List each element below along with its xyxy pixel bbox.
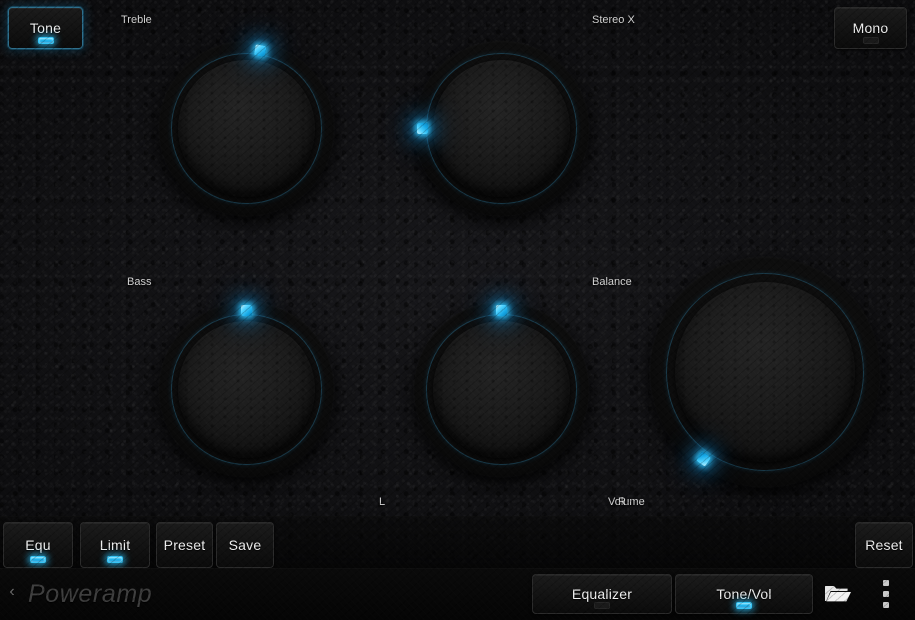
tone-button-indicator bbox=[37, 37, 54, 44]
limit-button-label: Limit bbox=[99, 537, 131, 553]
tone-vol-tab[interactable]: Tone/Vol bbox=[675, 574, 813, 614]
equalizer-tab-indicator bbox=[594, 602, 610, 609]
bass-knob-label: Bass bbox=[127, 276, 152, 288]
equalizer-tab-label: Equalizer bbox=[571, 586, 633, 602]
tone-vol-tab-indicator bbox=[736, 602, 752, 609]
tone-vol-tab-label: Tone/Vol bbox=[716, 586, 772, 602]
app-brand-label: Poweramp bbox=[28, 580, 153, 608]
treble-knob-indicator-dot bbox=[253, 43, 267, 57]
overflow-dot-2 bbox=[883, 591, 889, 597]
bass-knob-indicator-dot bbox=[241, 304, 252, 316]
mono-button-label: Mono bbox=[852, 20, 889, 36]
treble-knob-body[interactable] bbox=[159, 41, 334, 216]
balance-knob-body[interactable] bbox=[414, 302, 589, 477]
bass-knob-body[interactable] bbox=[159, 302, 334, 477]
balance-right-label: R bbox=[618, 496, 626, 508]
equ-button[interactable]: Equ bbox=[3, 522, 73, 568]
treble-knob[interactable] bbox=[159, 41, 334, 216]
stereo-x-knob-label: Stereo X bbox=[592, 14, 635, 26]
stereo-x-knob-pointer-rotor bbox=[414, 41, 589, 216]
poweramp-tone-vol-screen: Tone Mono Treble Stereo X Bass Balance V… bbox=[0, 0, 915, 620]
equ-button-label: Equ bbox=[25, 537, 51, 553]
stereo-x-knob-indicator-dot bbox=[416, 123, 428, 134]
volume-knob[interactable] bbox=[650, 257, 880, 487]
treble-knob-label: Treble bbox=[121, 14, 152, 26]
balance-knob-pointer-rotor bbox=[414, 302, 589, 477]
balance-knob-label: Balance bbox=[592, 276, 632, 288]
equ-button-indicator bbox=[30, 556, 46, 563]
save-button-label: Save bbox=[228, 537, 262, 553]
overflow-menu-icon[interactable] bbox=[878, 580, 894, 608]
reset-button-label: Reset bbox=[865, 537, 903, 553]
bass-knob-pointer-rotor bbox=[159, 302, 334, 477]
volume-knob-label: Volume bbox=[608, 496, 645, 508]
save-button[interactable]: Save bbox=[216, 522, 274, 568]
limit-button[interactable]: Limit bbox=[80, 522, 150, 568]
reset-button[interactable]: Reset bbox=[855, 522, 913, 568]
bass-knob[interactable] bbox=[159, 302, 334, 477]
balance-left-label: L bbox=[379, 496, 386, 508]
equalizer-tab[interactable]: Equalizer bbox=[532, 574, 672, 614]
volume-knob-pointer-rotor bbox=[605, 212, 915, 532]
overflow-dot-1 bbox=[883, 580, 889, 586]
overflow-dot-3 bbox=[883, 602, 889, 608]
treble-knob-pointer-rotor bbox=[145, 27, 348, 230]
balance-knob-indicator-dot bbox=[496, 304, 507, 316]
volume-knob-body[interactable] bbox=[650, 257, 880, 487]
preset-button-label: Preset bbox=[163, 537, 206, 553]
mono-button[interactable]: Mono bbox=[834, 7, 907, 49]
stereo-x-knob[interactable] bbox=[414, 41, 589, 216]
balance-knob[interactable] bbox=[414, 302, 589, 477]
preset-button[interactable]: Preset bbox=[156, 522, 213, 568]
limit-button-indicator bbox=[107, 556, 123, 563]
back-chevron-icon[interactable]: ‹ bbox=[2, 583, 22, 601]
mono-button-indicator bbox=[862, 37, 879, 44]
tone-button[interactable]: Tone bbox=[8, 7, 83, 49]
volume-knob-indicator-dot bbox=[696, 451, 712, 467]
folder-open-icon[interactable] bbox=[824, 582, 852, 606]
stereo-x-knob-body[interactable] bbox=[414, 41, 589, 216]
tone-button-label: Tone bbox=[29, 20, 62, 36]
